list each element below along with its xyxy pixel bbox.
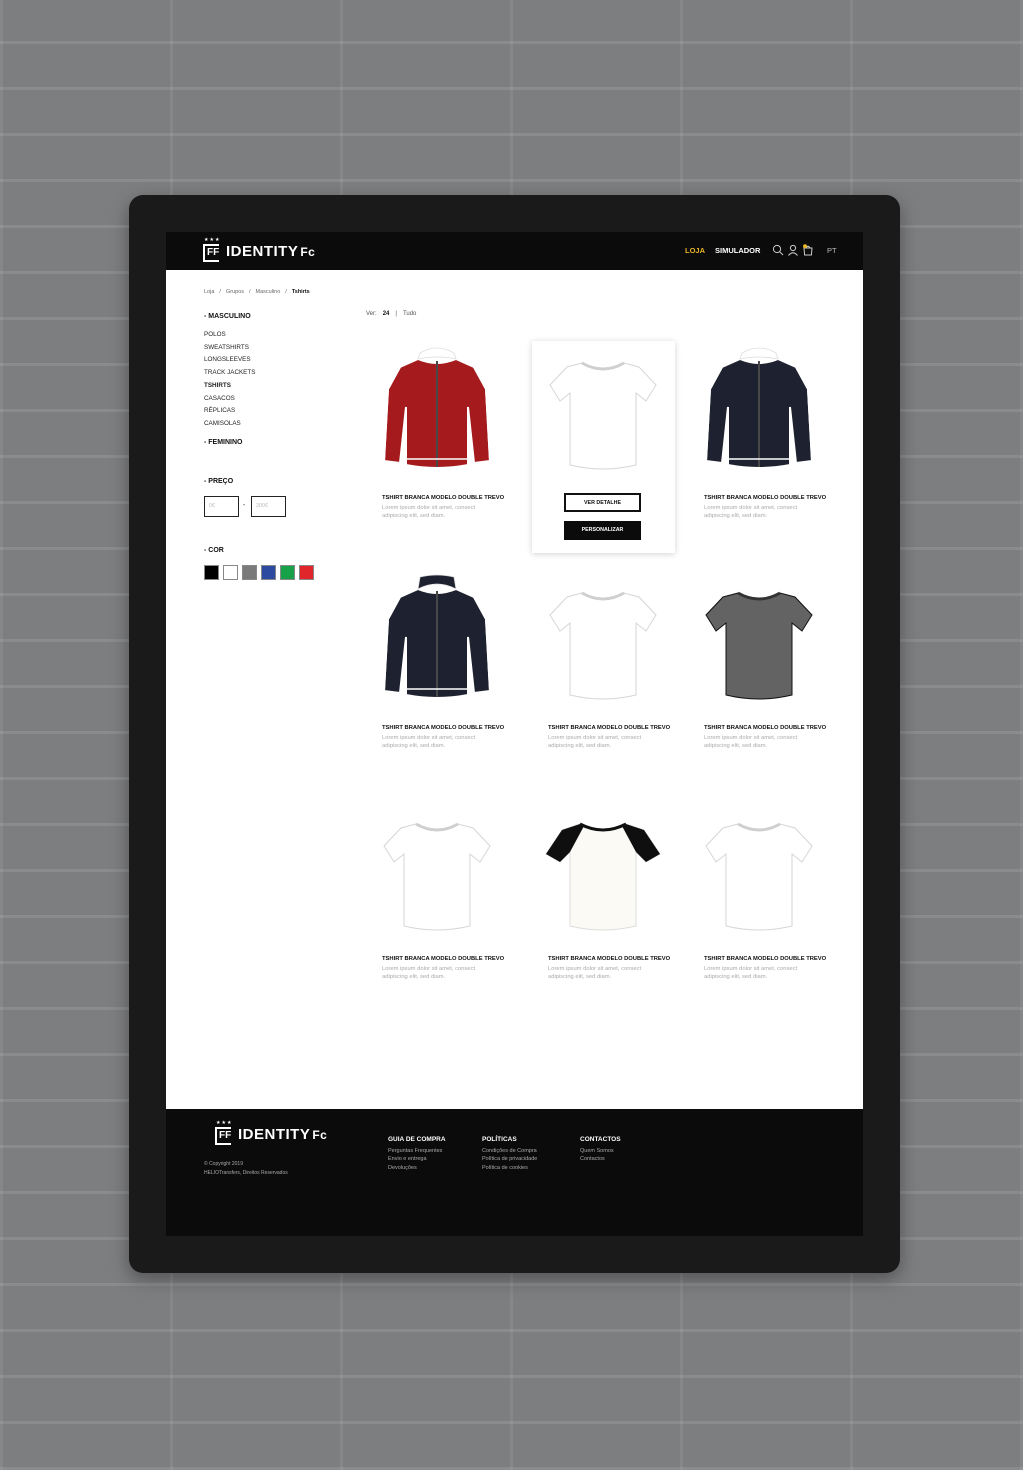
- cart-icon[interactable]: [802, 244, 814, 256]
- product-image[interactable]: [366, 571, 509, 711]
- sidebar-item-tshirts[interactable]: TSHIRTS: [204, 380, 255, 393]
- view-24-option[interactable]: 24: [383, 311, 390, 317]
- sidebar-item-longsleeves[interactable]: LONGSLEEVES: [204, 354, 255, 367]
- product-description: Lorem ipsum dolor sit amet, consect adip…: [704, 505, 798, 519]
- product-image[interactable]: [532, 802, 675, 942]
- product-description: Lorem ipsum dolor sit amet, consect adip…: [704, 966, 798, 980]
- footer-link[interactable]: Devoluções: [388, 1164, 446, 1173]
- top-navbar: ★★★ FF IDENTITY Fc LOJA SIMULADOR PT: [166, 232, 863, 270]
- product-title[interactable]: TSHIRT BRANCA MODELO DOUBLE TREVO: [548, 725, 670, 731]
- footer-link[interactable]: Quem Somos: [580, 1147, 621, 1156]
- crumb-grupos[interactable]: Grupos: [226, 289, 244, 295]
- device-frame: ★★★ FF IDENTITY Fc LOJA SIMULADOR PT Loj…: [129, 195, 900, 1273]
- footer-link[interactable]: Envio e entrega: [388, 1155, 446, 1164]
- price-min-input[interactable]: 0€: [204, 496, 239, 517]
- search-icon[interactable]: [772, 244, 784, 256]
- user-icon[interactable]: [787, 244, 799, 256]
- footer-logo[interactable]: ★★★ FF IDENTITY Fc: [215, 1120, 328, 1145]
- view-all-option[interactable]: Tudo: [403, 311, 416, 317]
- copyright: © Copyright 2019 HELIOTransfers, Direito…: [204, 1161, 288, 1176]
- product-description: Lorem ipsum dolor sit amet, consect adip…: [382, 505, 476, 519]
- footer-link[interactable]: Contactos: [580, 1155, 621, 1164]
- product-image[interactable]: [532, 571, 675, 711]
- sidebar-item-sweatshirts[interactable]: SWEATSHIRTS: [204, 342, 255, 355]
- crumb-tshirts: Tshirts: [291, 289, 310, 295]
- color-swatch[interactable]: [261, 565, 276, 580]
- site-footer: ★★★ FF IDENTITY Fc © Copyright 2019 HELIO…: [166, 1109, 863, 1236]
- product-title[interactable]: TSHIRT BRANCA MODELO DOUBLE TREVO: [704, 956, 826, 962]
- sidebar-item-track-jackets[interactable]: TRACK JACKETS: [204, 367, 255, 380]
- footer-link[interactable]: Política de cookies: [482, 1164, 537, 1173]
- product-image[interactable]: [688, 341, 831, 481]
- color-filter-title: - COR: [204, 547, 224, 554]
- product-description: Lorem ipsum dolor sit amet, consect adip…: [382, 735, 476, 749]
- crumb-loja[interactable]: Loja: [204, 289, 214, 295]
- color-swatch[interactable]: [299, 565, 314, 580]
- product-description: Lorem ipsum dolor sit amet, consect adip…: [548, 966, 642, 980]
- product-card[interactable]: VER DETALHE PERSONALIZAR: [532, 341, 675, 553]
- sidebar-item-replicas[interactable]: RÉPLICAS: [204, 405, 255, 418]
- sidebar-item-casacos[interactable]: CASACOS: [204, 393, 255, 406]
- product-title[interactable]: TSHIRT BRANCA MODELO DOUBLE TREVO: [548, 956, 670, 962]
- language-selector[interactable]: PT: [827, 246, 837, 255]
- brand-name: IDENTITY Fc: [226, 242, 316, 260]
- sidebar-item-camisolas[interactable]: CAMISOLAS: [204, 418, 255, 431]
- browser-screen: ★★★ FF IDENTITY Fc LOJA SIMULADOR PT Loj…: [166, 232, 863, 1236]
- product-description: Lorem ipsum dolor sit amet, consect adip…: [382, 966, 476, 980]
- color-swatch[interactable]: [242, 565, 257, 580]
- breadcrumb: Loja / Grupos / Masculino / Tshirts: [204, 289, 310, 295]
- category-feminino[interactable]: - FEMININO: [204, 439, 243, 446]
- product-image[interactable]: [366, 802, 509, 942]
- subcategory-list: POLOS SWEATSHIRTS LONGSLEEVES TRACK JACK…: [204, 329, 255, 431]
- crest-icon: ★★★ FF: [215, 1120, 233, 1145]
- product-title[interactable]: TSHIRT BRANCA MODELO DOUBLE TREVO: [382, 495, 504, 501]
- crumb-masculino[interactable]: Masculino: [256, 289, 281, 295]
- footer-col-politicas: POLÍTICAS Condições de Compra Política d…: [482, 1136, 538, 1173]
- nav-loja[interactable]: LOJA: [685, 246, 705, 255]
- footer-col-contactos: CONTACTOS Quem Somos Contactos: [580, 1136, 621, 1164]
- product-title[interactable]: TSHIRT BRANCA MODELO DOUBLE TREVO: [704, 495, 826, 501]
- crumb-separator: /: [285, 289, 287, 295]
- footer-link[interactable]: Perguntas Frequentes: [388, 1147, 446, 1156]
- price-filter-title: - PREÇO: [204, 478, 234, 485]
- product-title[interactable]: TSHIRT BRANCA MODELO DOUBLE TREVO: [382, 725, 504, 731]
- footer-link[interactable]: Condições de Compra: [482, 1147, 537, 1156]
- color-swatch[interactable]: [204, 565, 219, 580]
- footer-link[interactable]: Política de privacidade: [482, 1155, 537, 1164]
- color-swatch[interactable]: [223, 565, 238, 580]
- crumb-separator: /: [219, 289, 221, 295]
- product-image[interactable]: [688, 802, 831, 942]
- product-image[interactable]: [366, 341, 509, 481]
- view-count-selector: Ver: 24 | Tudo: [366, 311, 416, 317]
- nav-simulador[interactable]: SIMULADOR: [715, 246, 760, 255]
- view-label: Ver:: [366, 311, 377, 317]
- color-swatch[interactable]: [280, 565, 295, 580]
- category-masculino[interactable]: - MASCULINO: [204, 313, 251, 320]
- price-separator: -: [243, 502, 246, 509]
- view-detail-button[interactable]: VER DETALHE: [564, 493, 641, 512]
- product-description: Lorem ipsum dolor sit amet, consect adip…: [548, 735, 642, 749]
- product-description: Lorem ipsum dolor sit amet, consect adip…: [704, 735, 798, 749]
- view-separator: |: [395, 311, 397, 317]
- price-max-input[interactable]: 200€: [251, 496, 286, 517]
- crest-icon: ★★★ FF: [203, 237, 221, 262]
- sidebar-item-polos[interactable]: POLOS: [204, 329, 255, 342]
- customize-button[interactable]: PERSONALIZAR: [564, 521, 641, 540]
- product-title[interactable]: TSHIRT BRANCA MODELO DOUBLE TREVO: [382, 956, 504, 962]
- crumb-separator: /: [248, 289, 251, 295]
- brand-logo[interactable]: ★★★ FF IDENTITY Fc: [203, 237, 316, 262]
- brand-name: IDENTITY Fc: [238, 1125, 328, 1143]
- footer-col-guia: GUIA DE COMPRA Perguntas Frequentes Envi…: [388, 1136, 446, 1173]
- product-image[interactable]: [688, 571, 831, 711]
- product-image[interactable]: [532, 341, 675, 481]
- product-title[interactable]: TSHIRT BRANCA MODELO DOUBLE TREVO: [704, 725, 826, 731]
